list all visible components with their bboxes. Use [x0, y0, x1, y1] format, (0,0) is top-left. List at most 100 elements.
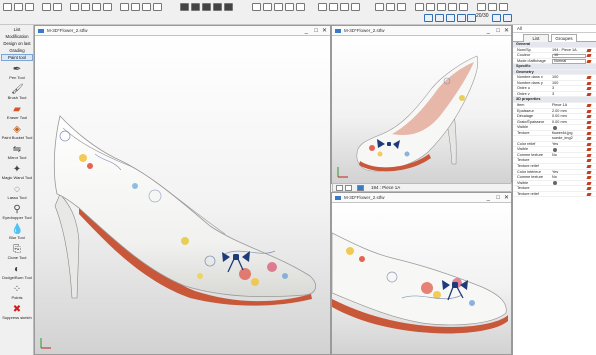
tool-eyedropper-tool[interactable]: ⚲ Eyedropper Tool	[0, 204, 34, 223]
edit-pencil-icon[interactable]	[586, 137, 592, 141]
edit-pencil-icon[interactable]	[586, 159, 592, 163]
3d-viewport[interactable]	[35, 36, 330, 354]
help-icon[interactable]	[477, 3, 486, 11]
save-icon[interactable]	[25, 3, 34, 11]
zoom-plus-icon[interactable]	[503, 14, 512, 22]
ellipse-tool-icon[interactable]	[457, 14, 466, 22]
view-front-icon[interactable]	[263, 3, 272, 11]
edit-pencil-icon[interactable]	[586, 131, 592, 135]
cube-shaded-icon[interactable]	[340, 3, 349, 11]
color-swatch-icon[interactable]	[553, 147, 557, 152]
edit-pencil-icon[interactable]	[586, 181, 592, 185]
window-title-bar[interactable]: M-3D*Flower_2.stfw _ □ ✕	[332, 193, 511, 203]
sole-icon[interactable]	[202, 3, 211, 11]
edit-pencil-icon[interactable]	[586, 142, 592, 146]
3d-viewport[interactable]	[332, 203, 511, 354]
edit-pencil-icon[interactable]	[586, 76, 592, 80]
tool-blur-tool[interactable]: 💧 Blur Tool	[0, 224, 34, 243]
view-side-icon[interactable]	[274, 3, 283, 11]
close-icon[interactable]: ✕	[504, 26, 509, 36]
rotate-icon[interactable]	[459, 3, 468, 11]
tool-dodge-burn-tool[interactable]: ◐ Dodge/Burn Tool	[0, 264, 34, 283]
view-back-icon[interactable]	[296, 3, 305, 11]
close-icon[interactable]: ✕	[504, 193, 509, 203]
3d-viewport[interactable]	[332, 36, 511, 183]
info-icon[interactable]	[488, 3, 497, 11]
edit-pencil-icon[interactable]	[586, 87, 592, 91]
mode-list[interactable]: List	[1, 26, 33, 33]
color-swatch-icon[interactable]	[553, 125, 557, 130]
camera-icon[interactable]	[397, 3, 406, 11]
minimize-icon[interactable]: _	[305, 26, 308, 36]
main-3d-window[interactable]: M-3D*Flower_2.stfw _ □ ✕	[34, 25, 331, 355]
prev-piece-icon[interactable]	[336, 185, 343, 191]
mode-grading[interactable]: Grading	[1, 47, 33, 54]
boot-icon[interactable]	[224, 3, 233, 11]
edit-pencil-icon[interactable]	[586, 192, 592, 196]
upper-icon[interactable]	[213, 3, 222, 11]
render-icon[interactable]	[375, 3, 384, 11]
zoom-out-icon[interactable]	[426, 3, 435, 11]
cube-icon[interactable]	[318, 3, 327, 11]
open-file-icon[interactable]	[14, 3, 23, 11]
zoom-fit-icon[interactable]	[437, 3, 446, 11]
maximize-icon[interactable]: □	[496, 26, 500, 36]
layers-icon[interactable]	[153, 3, 162, 11]
mode-modification[interactable]: Modification	[1, 33, 33, 40]
edit-pencil-icon[interactable]	[586, 92, 592, 96]
mode-design-on-last[interactable]: Design on last	[1, 40, 33, 47]
tool-paint-bucket-tool[interactable]: ◈ Paint Bucket Tool	[0, 124, 34, 143]
edit-pencil-icon[interactable]	[586, 187, 592, 191]
tool-magic-wand-tool[interactable]: ✦ Magic Wand Tool	[0, 164, 34, 183]
edit-pencil-icon[interactable]	[586, 81, 592, 85]
view-3d-icon[interactable]	[252, 3, 261, 11]
cube-wire-icon[interactable]	[329, 3, 338, 11]
zoom-minus-icon[interactable]	[492, 14, 501, 22]
new-file-icon[interactable]	[3, 3, 12, 11]
piece-color-icon[interactable]	[357, 185, 364, 191]
maximize-icon[interactable]: □	[496, 193, 500, 203]
paste-icon[interactable]	[92, 3, 101, 11]
copy-icon[interactable]	[81, 3, 90, 11]
line-tool-icon[interactable]	[435, 14, 444, 22]
detail-window[interactable]: M-3D*Flower_2.stfw _ □ ✕	[331, 192, 512, 355]
close-icon[interactable]: ✕	[322, 26, 327, 36]
tab-groups[interactable]: Groupes	[551, 34, 577, 42]
edit-pencil-icon[interactable]	[586, 148, 592, 152]
delete-icon[interactable]	[103, 3, 112, 11]
shoe-last-icon[interactable]	[180, 3, 189, 11]
edit-pencil-icon[interactable]	[586, 126, 592, 130]
rectangle-tool-icon[interactable]	[446, 14, 455, 22]
tool-brush-tool[interactable]: 🖌 Brush Tool	[0, 84, 34, 103]
select-arrow-icon[interactable]	[424, 14, 433, 22]
edit-pencil-icon[interactable]	[586, 176, 592, 180]
edit-pencil-icon[interactable]	[586, 54, 592, 58]
tab-list[interactable]: List	[523, 34, 549, 42]
perspective-window[interactable]: M-3D*Flower_2.stfw _ □ ✕	[331, 25, 512, 184]
tool-pen-tool[interactable]: ✒ Pen Tool	[0, 64, 34, 83]
redo-icon[interactable]	[53, 3, 62, 11]
edit-pencil-icon[interactable]	[586, 165, 592, 169]
tool-lasso-tool[interactable]: ◌ Lasso Tool	[0, 184, 34, 203]
maximize-icon[interactable]: □	[314, 26, 318, 36]
edit-pencil-icon[interactable]	[586, 120, 592, 124]
window-title-bar[interactable]: M-3D*Flower_2.stfw _ □ ✕	[332, 26, 511, 36]
minimize-icon[interactable]: _	[487, 26, 490, 36]
tool-clone-tool[interactable]: ⎘ Clone Tool	[0, 244, 34, 263]
edit-pencil-icon[interactable]	[586, 170, 592, 174]
window-icon[interactable]	[499, 3, 508, 11]
tool-eraser-tool[interactable]: ▰ Eraser Tool	[0, 104, 34, 123]
color-swatch-icon[interactable]	[553, 181, 557, 186]
grid-icon[interactable]	[131, 3, 140, 11]
minimize-icon[interactable]: _	[487, 193, 490, 203]
zoom-in-icon[interactable]	[415, 3, 424, 11]
measure-icon[interactable]	[142, 3, 151, 11]
mode-paint-tool[interactable]: Paint tool	[1, 54, 33, 61]
tool-mirror-tool[interactable]: ⇋ Mirror Tool	[0, 144, 34, 163]
edit-pencil-icon[interactable]	[586, 109, 592, 113]
edit-pencil-icon[interactable]	[586, 115, 592, 119]
edit-pencil-icon[interactable]	[586, 153, 592, 157]
tool-points[interactable]: ⁘ Points	[0, 284, 34, 303]
window-title-bar[interactable]: M-3D*Flower_2.stfw _ □ ✕	[35, 26, 330, 36]
view-top-icon[interactable]	[285, 3, 294, 11]
